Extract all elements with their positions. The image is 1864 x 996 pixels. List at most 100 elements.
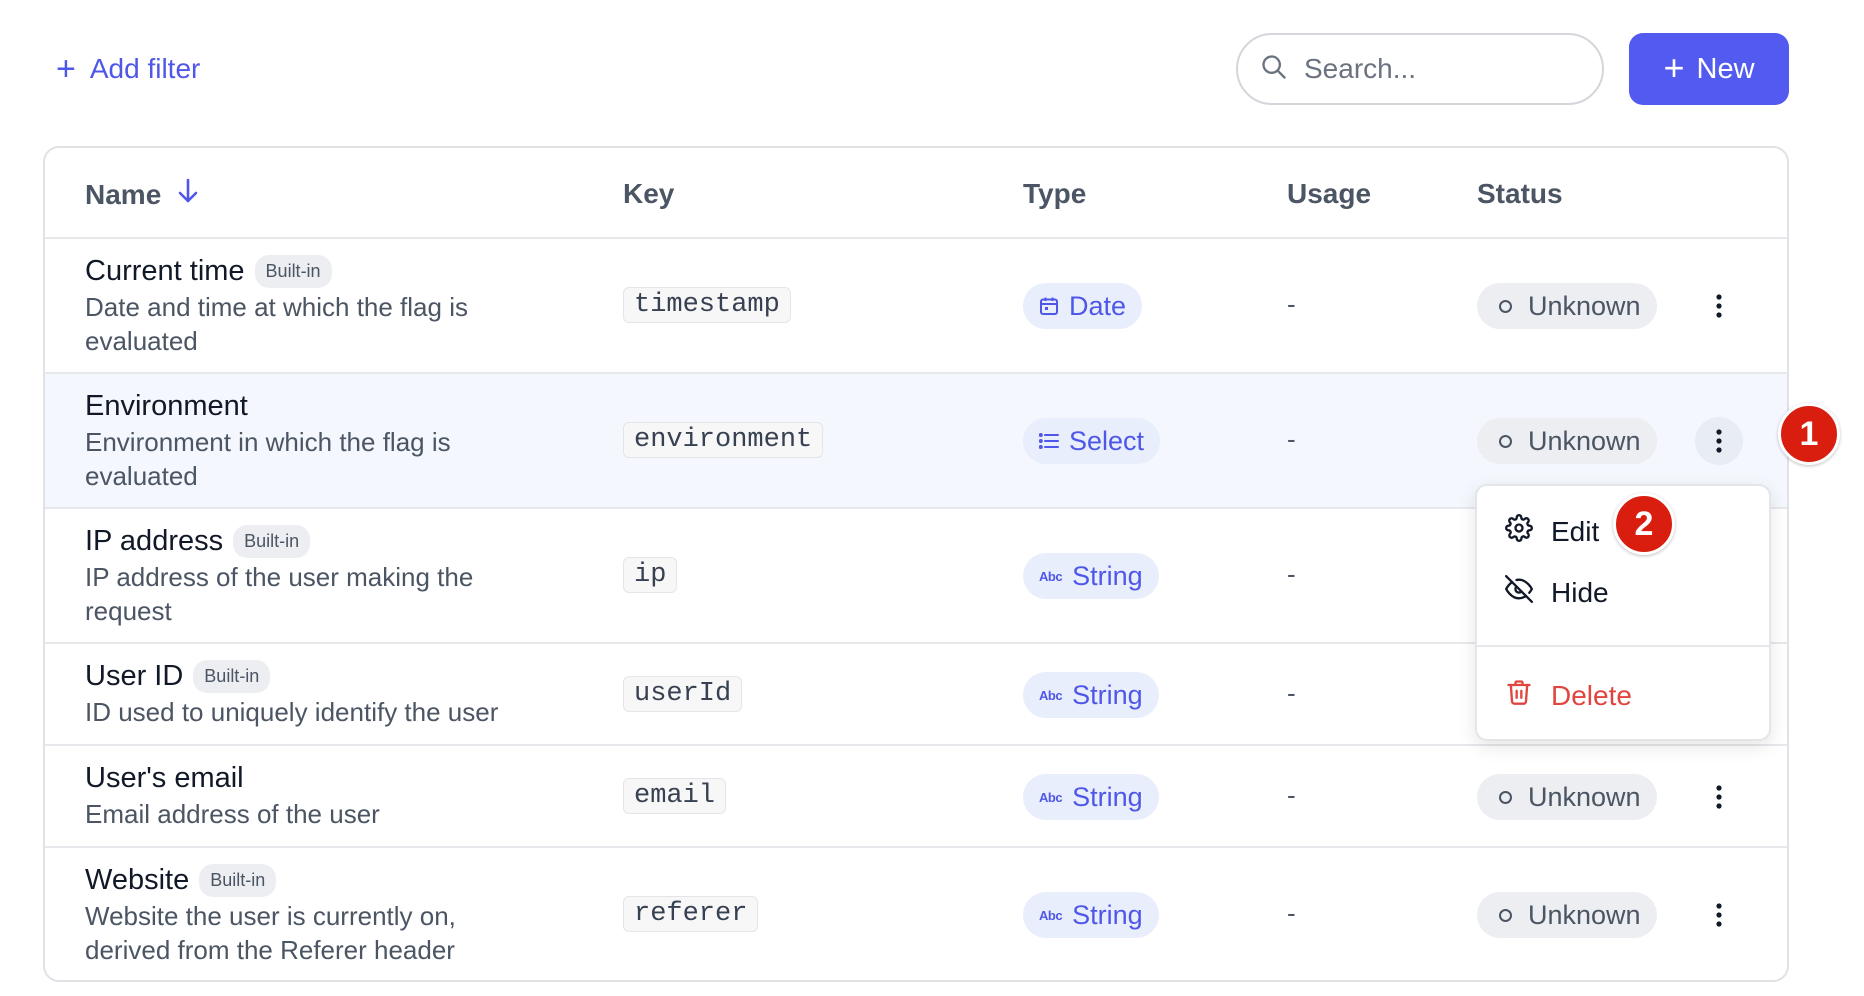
key-code: userId xyxy=(623,676,743,712)
built-in-badge: Built-in xyxy=(254,255,332,288)
type-badge: Abc String xyxy=(1023,892,1159,938)
table-row[interactable]: Current time Built-in Date and time at w… xyxy=(45,239,1787,374)
row-actions-button[interactable] xyxy=(1695,417,1743,465)
row-title: Website xyxy=(85,864,190,896)
name-cell: Current time Built-in Date and time at w… xyxy=(85,255,515,358)
usage-value: - xyxy=(1287,559,1296,589)
row-actions-button[interactable] xyxy=(1695,891,1743,939)
trash-icon xyxy=(1505,678,1533,713)
type-label: Select xyxy=(1069,425,1145,456)
status-label: Unknown xyxy=(1528,425,1641,456)
type-badge: Select xyxy=(1023,418,1161,464)
status-dot-icon xyxy=(1499,790,1512,804)
status-badge: Unknown xyxy=(1477,418,1657,464)
column-header-name[interactable]: Name xyxy=(85,178,199,211)
row-actions-button[interactable] xyxy=(1695,282,1743,330)
menu-item-label: Delete xyxy=(1551,679,1632,711)
step-marker-1: 1 xyxy=(1778,403,1840,465)
usage-value: - xyxy=(1287,780,1296,810)
menu-item-hide[interactable]: Hide xyxy=(1505,575,1609,610)
more-vertical-icon xyxy=(1716,294,1722,318)
status-badge: Unknown xyxy=(1477,892,1657,938)
abc-icon: Abc xyxy=(1039,907,1063,923)
name-cell: User ID Built-in ID used to uniquely ide… xyxy=(85,660,515,729)
row-description: IP address of the user making the reques… xyxy=(85,562,474,626)
step-marker-2: 2 xyxy=(1613,493,1675,555)
status-badge: Unknown xyxy=(1477,283,1657,329)
usage-value: - xyxy=(1287,289,1296,319)
arrow-down-icon xyxy=(177,178,199,211)
key-code: ip xyxy=(623,557,678,593)
page: + Add filter + New Name Key Type Usage S… xyxy=(0,0,1864,996)
type-label: String xyxy=(1072,899,1143,930)
row-description: Date and time at which the flag is evalu… xyxy=(85,292,468,356)
new-button[interactable]: + New xyxy=(1629,33,1789,105)
usage-value: - xyxy=(1287,424,1296,454)
type-label: String xyxy=(1072,679,1143,710)
name-cell: Environment Environment in which the fla… xyxy=(85,390,515,493)
usage-value: - xyxy=(1287,898,1296,928)
status-dot-icon xyxy=(1499,908,1512,922)
menu-item-delete[interactable]: Delete xyxy=(1505,678,1632,713)
status-label: Unknown xyxy=(1528,899,1641,930)
plus-icon: + xyxy=(56,50,76,88)
key-code: email xyxy=(623,778,727,814)
abc-icon: Abc xyxy=(1039,687,1063,703)
type-badge: Date xyxy=(1023,283,1143,329)
column-header-type[interactable]: Type xyxy=(1023,178,1086,210)
type-label: Date xyxy=(1069,290,1127,321)
status-label: Unknown xyxy=(1528,290,1641,321)
key-code: referer xyxy=(623,896,759,932)
row-title: Environment xyxy=(85,390,248,422)
list-icon xyxy=(1039,432,1059,450)
abc-icon: Abc xyxy=(1039,568,1063,584)
type-label: String xyxy=(1072,781,1143,812)
menu-item-label: Edit xyxy=(1551,515,1600,547)
row-description: Email address of the user xyxy=(85,799,380,829)
type-label: String xyxy=(1072,560,1143,591)
row-title: IP address xyxy=(85,525,224,557)
row-title: User ID xyxy=(85,660,184,692)
calendar-icon xyxy=(1039,296,1059,316)
status-dot-icon xyxy=(1499,434,1512,448)
more-vertical-icon xyxy=(1716,903,1722,927)
search-box[interactable] xyxy=(1236,33,1604,105)
key-code: timestamp xyxy=(623,287,791,323)
row-description: Environment in which the flag is evaluat… xyxy=(85,427,451,491)
column-header-key[interactable]: Key xyxy=(623,178,674,210)
type-badge: Abc String xyxy=(1023,672,1159,718)
table-row[interactable]: User's email Email address of the user e… xyxy=(45,746,1787,848)
row-actions-button[interactable] xyxy=(1695,773,1743,821)
row-description: ID used to uniquely identify the user xyxy=(85,697,499,727)
gear-icon xyxy=(1505,514,1533,549)
type-badge: Abc String xyxy=(1023,774,1159,820)
name-cell: IP address Built-in IP address of the us… xyxy=(85,525,515,628)
built-in-badge: Built-in xyxy=(199,864,277,897)
built-in-badge: Built-in xyxy=(193,660,271,693)
column-header-usage[interactable]: Usage xyxy=(1287,178,1371,210)
name-cell: User's email Email address of the user xyxy=(85,762,515,831)
name-cell: Website Built-in Website the user is cur… xyxy=(85,864,515,967)
menu-divider xyxy=(1477,645,1769,647)
table-row[interactable]: Website Built-in Website the user is cur… xyxy=(45,848,1787,980)
more-vertical-icon xyxy=(1716,429,1722,453)
more-vertical-icon xyxy=(1716,785,1722,809)
search-input[interactable] xyxy=(1304,53,1564,85)
column-header-label: Name xyxy=(85,178,162,210)
menu-item-label: Hide xyxy=(1551,576,1609,608)
search-icon xyxy=(1260,53,1288,86)
add-filter-button[interactable]: + Add filter xyxy=(56,52,200,86)
row-title: User's email xyxy=(85,762,244,794)
new-button-label: New xyxy=(1696,52,1755,85)
column-header-status[interactable]: Status xyxy=(1477,178,1563,210)
menu-item-edit[interactable]: Edit xyxy=(1505,514,1599,549)
row-title: Current time xyxy=(85,255,245,287)
status-badge: Unknown xyxy=(1477,774,1657,820)
add-filter-label: Add filter xyxy=(89,53,201,84)
row-description: Website the user is currently on, derive… xyxy=(85,901,456,965)
eye-off-icon xyxy=(1505,575,1533,610)
abc-icon: Abc xyxy=(1039,789,1063,805)
status-label: Unknown xyxy=(1528,781,1641,812)
type-badge: Abc String xyxy=(1023,553,1159,599)
table-header: Name Key Type Usage Status xyxy=(45,148,1787,239)
